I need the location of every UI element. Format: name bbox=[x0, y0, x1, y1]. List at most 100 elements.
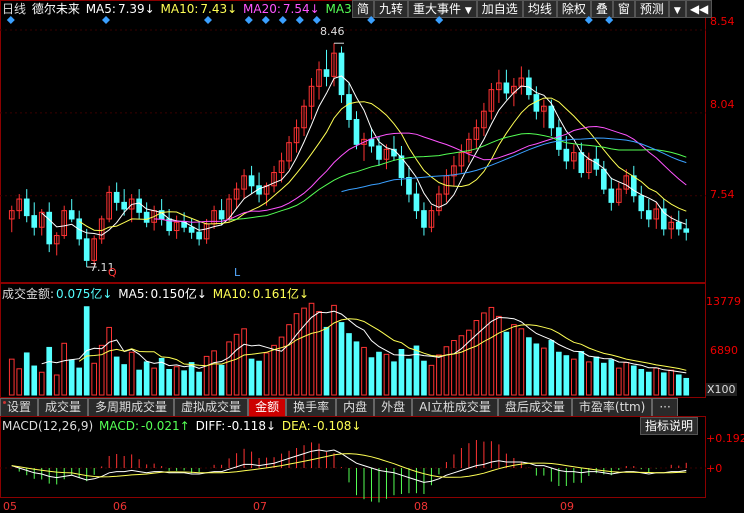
tab-amount[interactable]: 金额 bbox=[248, 398, 287, 416]
tab-after-hours-volume[interactable]: 盘后成交量 bbox=[497, 398, 572, 416]
price-tick-1: 8.04 bbox=[710, 98, 735, 111]
volume-bar bbox=[600, 362, 607, 396]
tab-label: 设置 bbox=[7, 400, 32, 414]
tab-multi-period-volume[interactable]: 多周期成交量 bbox=[88, 398, 175, 416]
price-tick-2: 7.54 bbox=[710, 188, 735, 201]
candle-body bbox=[683, 228, 690, 233]
event-diamond-icon bbox=[102, 16, 110, 24]
tab-ai-volume[interactable]: AI立桩成交量 bbox=[412, 398, 498, 416]
volume-bar bbox=[53, 374, 60, 396]
volume-bar bbox=[68, 359, 75, 396]
tab-pe-ttm[interactable]: 市盈率(ttm) bbox=[571, 398, 653, 416]
volume-bar bbox=[128, 351, 135, 396]
candle-body bbox=[338, 52, 345, 96]
volume-bar bbox=[645, 371, 652, 396]
candle-body bbox=[46, 211, 53, 245]
candle-body bbox=[406, 177, 412, 195]
candle-body bbox=[533, 94, 540, 112]
tab-label: 成交量 bbox=[45, 400, 82, 414]
volume-bar bbox=[293, 313, 300, 396]
volume-bar bbox=[166, 368, 172, 396]
tab-marker-dot bbox=[3, 401, 6, 404]
volume-bar bbox=[271, 344, 277, 396]
volume-bar bbox=[188, 362, 195, 396]
date-tick-1: 06 bbox=[113, 500, 127, 513]
price-chart[interactable] bbox=[0, 0, 706, 513]
tab-outer[interactable]: 外盘 bbox=[374, 398, 413, 416]
date-tick-2: 07 bbox=[253, 500, 267, 513]
volume-bar bbox=[556, 351, 562, 396]
volume-bar bbox=[158, 357, 165, 396]
tab-virtual-volume[interactable]: 虚拟成交量 bbox=[174, 398, 249, 416]
volume-bar bbox=[98, 344, 105, 396]
candle-body bbox=[218, 210, 225, 220]
tab-volume[interactable]: 成交量 bbox=[38, 398, 89, 416]
date-tick-4: 09 bbox=[560, 500, 574, 513]
candle-body bbox=[548, 105, 555, 129]
candle-body bbox=[645, 210, 652, 220]
candle-body bbox=[83, 238, 90, 261]
volume-bar bbox=[353, 341, 360, 396]
tab-turnover[interactable]: 换手率 bbox=[286, 398, 337, 416]
candle-body bbox=[608, 188, 615, 203]
indicator-tabs: 设置 成交量 多周期成交量 虚拟成交量 金额 换手率 内盘 外盘 AI立桩成交量… bbox=[0, 398, 678, 416]
event-diamond-icon bbox=[312, 16, 321, 24]
volume-bar bbox=[16, 368, 23, 396]
tab-label: 金额 bbox=[255, 400, 280, 414]
volume-bar bbox=[436, 354, 442, 396]
tab-label: 多周期成交量 bbox=[95, 400, 168, 414]
candle-body bbox=[368, 138, 375, 147]
tab-more[interactable]: ··· bbox=[652, 398, 678, 416]
candle-body bbox=[68, 210, 75, 220]
volume-bar bbox=[46, 346, 53, 396]
volume-bar bbox=[256, 360, 262, 396]
event-diamond-icon bbox=[435, 16, 444, 24]
event-diamond-icon bbox=[278, 16, 287, 24]
diff-label: DIFF: bbox=[195, 419, 226, 433]
macd-tick-1: +0 bbox=[706, 462, 723, 475]
volume-bar bbox=[121, 364, 127, 396]
macd-tick-0: +0.192 bbox=[706, 432, 744, 445]
dea-label: DEA: bbox=[281, 419, 311, 433]
volume-bar bbox=[443, 346, 450, 396]
indicator-help-button[interactable]: 指标说明 bbox=[640, 417, 699, 435]
volume-bar bbox=[181, 370, 187, 396]
volume-bar bbox=[623, 362, 630, 396]
tab-label: ··· bbox=[659, 400, 671, 414]
volume-bar bbox=[286, 324, 292, 396]
tab-settings[interactable]: 设置 bbox=[0, 398, 39, 416]
tab-label: 换手率 bbox=[293, 400, 330, 414]
macd-header: MACD(12,26,9) MACD: -0.021↑ DIFF: -0.118↓ … bbox=[2, 419, 363, 433]
candle-body bbox=[143, 211, 150, 223]
macd-title: MACD(12,26,9) bbox=[2, 419, 94, 433]
event-diamond-icon bbox=[244, 16, 253, 24]
volume-bar bbox=[301, 307, 307, 396]
volume-bar bbox=[421, 360, 427, 396]
event-diamond-icon bbox=[605, 16, 614, 24]
candle-body bbox=[421, 210, 427, 228]
volume-bar bbox=[173, 366, 180, 396]
volume-tick-2: X100 bbox=[706, 383, 737, 396]
volume-bar bbox=[233, 333, 240, 396]
volume-bar bbox=[218, 364, 225, 396]
marker-l: L bbox=[234, 266, 241, 279]
tab-inner[interactable]: 内盘 bbox=[336, 398, 375, 416]
candle-body bbox=[113, 191, 120, 203]
volume-bar bbox=[203, 355, 210, 396]
volume-bar bbox=[38, 371, 45, 396]
volume-bar bbox=[638, 368, 645, 396]
candle-body bbox=[503, 82, 510, 94]
event-diamond-icon bbox=[367, 16, 376, 24]
diff-value: -0.118↓ bbox=[227, 419, 277, 433]
tab-label: 虚拟成交量 bbox=[181, 400, 242, 414]
volume-tick-0: 13779 bbox=[706, 295, 741, 308]
candle-body bbox=[323, 69, 330, 77]
price-tick-0: 8.54 bbox=[710, 15, 735, 28]
candle-body bbox=[413, 193, 420, 212]
volume-bar bbox=[675, 374, 682, 396]
candle-body bbox=[556, 127, 562, 150]
volume-bar bbox=[578, 351, 585, 396]
volume-bar bbox=[361, 346, 367, 396]
volume-bar bbox=[533, 343, 540, 396]
candle-body bbox=[630, 175, 637, 197]
